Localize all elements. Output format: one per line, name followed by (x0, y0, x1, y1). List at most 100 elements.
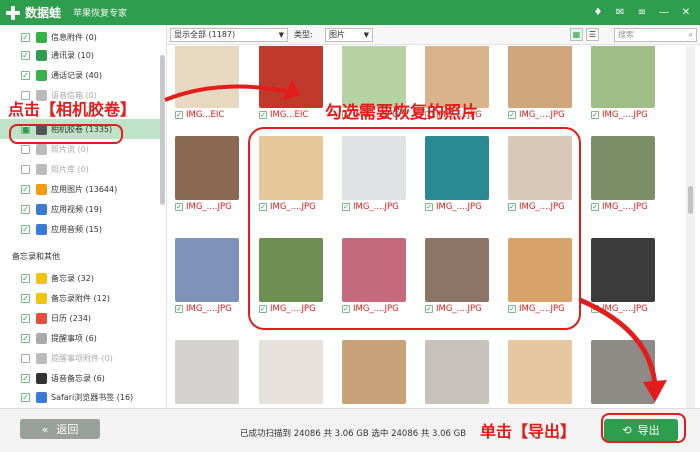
sidebar-item-label: 日历 (234) (51, 313, 92, 323)
photo-checkbox[interactable]: ✓ (591, 305, 599, 313)
photostream-icon (36, 143, 47, 155)
photo-caption: ✓ IMG_....JPG (591, 302, 659, 316)
search-input[interactable]: 搜索 ⌕ (614, 28, 697, 42)
sidebar-checkbox[interactable]: ✓ (21, 50, 30, 60)
sidebar-item-label: 应用图片 (13644) (51, 184, 118, 194)
photo-checkbox[interactable]: ✓ (259, 111, 267, 119)
minimize-icon[interactable]: — (656, 7, 672, 18)
photo-thumbnail[interactable] (175, 238, 239, 302)
photo-thumbnail[interactable] (175, 136, 239, 200)
sidebar-checkbox[interactable] (21, 144, 30, 154)
photo-checkbox[interactable]: ✓ (591, 203, 599, 211)
notes-attachment-icon (36, 292, 47, 304)
chat-icon (36, 31, 47, 43)
photo-filename: IMG...EIC (270, 110, 309, 120)
photo-thumbnail[interactable] (342, 340, 406, 404)
sidebar-checkbox[interactable]: ✓ (21, 273, 30, 283)
sidebar-checkbox[interactable]: ✓ (21, 184, 30, 194)
sidebar-scrollbar[interactable] (160, 55, 165, 205)
sidebar-item[interactable]: ✓ 备忘录 (32) (0, 268, 160, 288)
type-filter-value: 图片 (329, 30, 345, 39)
sidebar-item[interactable]: ✓ 备忘录附件 (12) (0, 288, 160, 308)
photo-item[interactable] (255, 340, 327, 404)
photo-item[interactable] (421, 340, 493, 404)
sidebar-item[interactable]: ✓ 日历 (234) (0, 308, 160, 328)
photo-caption: ✓ IMG...EIC (175, 108, 243, 122)
photo-item[interactable]: ✓ IMG_....JPG (171, 136, 243, 214)
grid-view-button[interactable]: ▦ (570, 28, 583, 41)
photo-item[interactable] (338, 340, 410, 404)
sidebar-item[interactable]: ✓ 应用视频 (19) (0, 199, 160, 219)
sidebar-item[interactable]: ✓ Safari浏览器书签 (16) (0, 387, 160, 407)
photo-thumbnail[interactable] (508, 340, 572, 404)
photo-thumbnail[interactable] (259, 340, 323, 404)
sidebar-item[interactable]: 提醒事项附件 (0) (0, 348, 160, 368)
sidebar-item[interactable]: ✓ 通话记录 (40) (0, 65, 160, 85)
photo-checkbox[interactable]: ✓ (175, 203, 183, 211)
photo-item[interactable]: ✓ IMG...EIC (255, 46, 327, 122)
photo-thumbnail[interactable] (175, 340, 239, 404)
sidebar-item-label: 提醒事项附件 (0) (51, 353, 113, 363)
sidebar-item[interactable]: 照片库 (0) (0, 159, 160, 179)
show-filter-select[interactable]: 显示全部 (1187) ▼ (170, 28, 288, 42)
photo-thumbnail[interactable] (508, 46, 572, 108)
photo-thumbnail[interactable] (175, 46, 239, 108)
photo-filename: IMG_....JPG (602, 202, 648, 212)
photo-thumbnail[interactable] (259, 46, 323, 108)
sidebar-checkbox[interactable]: ✓ (21, 70, 30, 80)
photo-item[interactable]: ✓ IMG_....JPG (504, 46, 576, 122)
photo-item[interactable]: ✓ IMG_....JPG (587, 46, 659, 122)
sidebar-item[interactable]: ✓ 通讯录 (10) (0, 45, 160, 65)
app-logo: 数据蛙 苹果恢复专家 (6, 4, 127, 21)
sidebar-item[interactable]: ✓ 语音备忘录 (6) (0, 368, 160, 388)
photo-checkbox[interactable]: ✓ (175, 305, 183, 313)
footer-bar: « 返回 已成功扫描到 24086 共 3.06 GB 选中 24086 共 3… (0, 408, 700, 452)
sidebar-checkbox[interactable]: ✓ (21, 392, 30, 402)
photo-item[interactable]: ✓ IMG_....JPG (171, 238, 243, 316)
photo-item[interactable] (504, 340, 576, 404)
sidebar-checkbox[interactable]: ✓ (21, 333, 30, 343)
sidebar-checkbox[interactable]: ✓ (21, 373, 30, 383)
message-icon[interactable]: ✉ (612, 7, 628, 18)
photo-thumbnail[interactable] (425, 340, 489, 404)
photo-thumbnail[interactable] (591, 136, 655, 200)
photo-item[interactable] (587, 340, 659, 404)
sidebar-checkbox[interactable]: ✓ (21, 313, 30, 323)
list-view-button[interactable]: ☰ (586, 28, 599, 41)
photo-filename: IMG_....JPG (602, 110, 648, 120)
grid-scrollbar[interactable] (686, 46, 695, 408)
photo-item[interactable]: ✓ IMG_....JPG (587, 238, 659, 316)
sidebar-checkbox[interactable]: ✓ (21, 224, 30, 234)
sidebar-checkbox[interactable]: ✓ (21, 204, 30, 214)
app-subtitle: 苹果恢复专家 (73, 9, 128, 19)
sidebar-item[interactable]: ✓ 应用图片 (13644) (0, 179, 160, 199)
photo-thumbnail[interactable] (591, 238, 655, 302)
photo-checkbox[interactable]: ✓ (508, 111, 516, 119)
type-filter-select[interactable]: 图片 ▼ (325, 28, 373, 42)
photo-checkbox[interactable]: ✓ (591, 111, 599, 119)
sidebar-item-label: 照片流 (0) (51, 144, 89, 154)
app-photo-icon (36, 183, 47, 195)
sidebar-checkbox[interactable]: ✓ (21, 293, 30, 303)
sidebar-section-label: 备忘录和其他 (12, 252, 60, 261)
photo-item[interactable]: ✓ IMG...EIC (171, 46, 243, 122)
photo-checkbox[interactable]: ✓ (175, 111, 183, 119)
vip-icon[interactable]: ♦ (590, 7, 606, 18)
photo-thumbnail[interactable] (591, 46, 655, 108)
sidebar-checkbox[interactable] (21, 164, 30, 174)
scrollbar-thumb[interactable] (688, 186, 693, 214)
sidebar-item[interactable]: ✓ 应用音频 (15) (0, 219, 160, 239)
photo-item[interactable] (171, 340, 243, 404)
menu-icon[interactable]: ≡ (634, 7, 650, 18)
logo-cross-icon (6, 5, 20, 20)
back-button[interactable]: « 返回 (20, 419, 100, 439)
phone-icon (36, 69, 47, 81)
close-icon[interactable]: ✕ (678, 7, 694, 18)
sidebar-checkbox[interactable] (21, 353, 30, 363)
photo-thumbnail[interactable] (591, 340, 655, 404)
photo-item[interactable]: ✓ IMG_....JPG (587, 136, 659, 214)
photolibrary-icon (36, 163, 47, 175)
sidebar-item[interactable]: ✓ 提醒事项 (6) (0, 328, 160, 348)
sidebar-item[interactable]: ✓ 信息附件 (0) (0, 27, 160, 47)
sidebar-checkbox[interactable]: ✓ (21, 32, 30, 42)
